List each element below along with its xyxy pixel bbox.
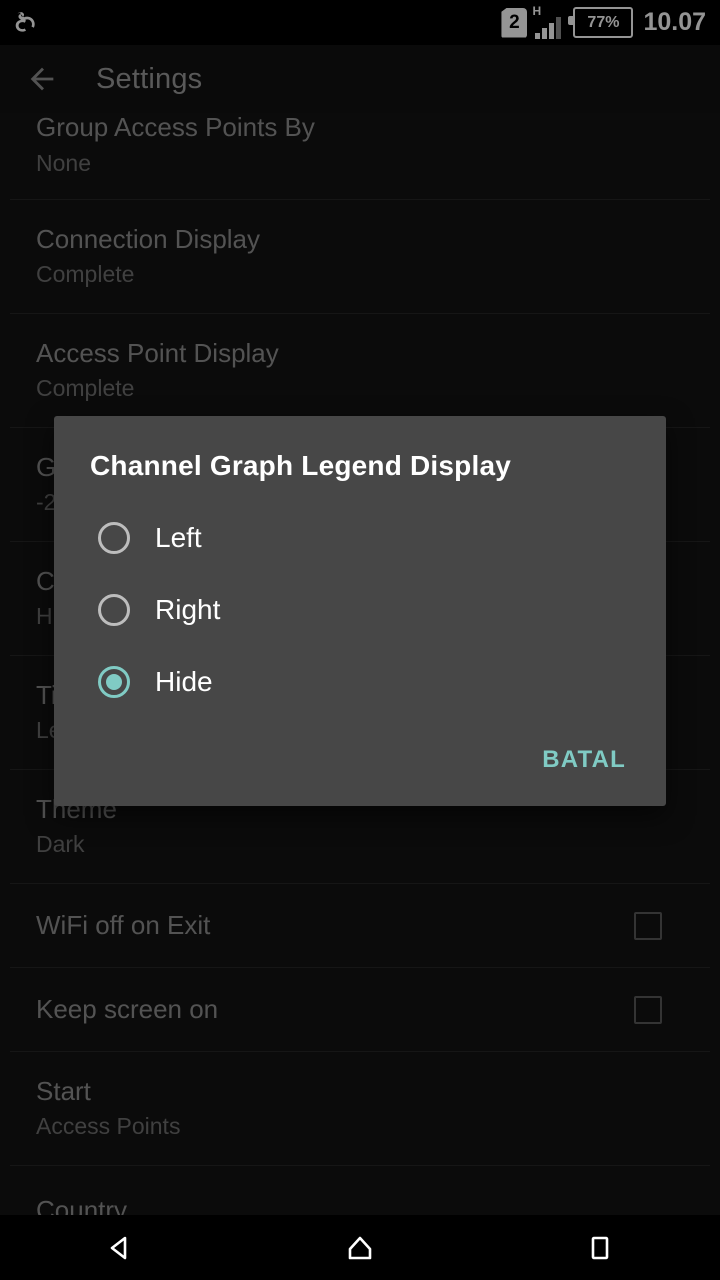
nav-recents-button[interactable] <box>540 1215 660 1280</box>
nav-recents-icon <box>591 1236 609 1259</box>
nav-back-button[interactable] <box>60 1215 180 1280</box>
dialog-option-label: Right <box>155 594 221 625</box>
dialog-option-hide[interactable]: Hide <box>54 646 666 718</box>
dialog-option-right[interactable]: Right <box>54 574 666 646</box>
nav-back-icon <box>110 1236 127 1259</box>
cancel-button[interactable]: BATAL <box>538 738 630 782</box>
android-nav-bar <box>0 1215 720 1280</box>
radio-button-icon[interactable] <box>98 522 130 554</box>
dialog-option-label: Hide <box>155 666 213 697</box>
nav-home-icon <box>348 1236 372 1259</box>
dialog-option-list: Left Right Hide <box>54 488 666 724</box>
dialog-option-label: Left <box>155 522 202 553</box>
dialog-option-left[interactable]: Left <box>54 502 666 574</box>
channel-graph-legend-display-dialog: Channel Graph Legend Display Left Right … <box>54 416 666 806</box>
radio-button-selected-icon[interactable] <box>98 666 130 698</box>
dialog-actions: BATAL <box>54 724 666 792</box>
radio-button-icon[interactable] <box>98 594 130 626</box>
nav-home-button[interactable] <box>300 1215 420 1280</box>
dialog-title: Channel Graph Legend Display <box>90 450 512 481</box>
phone-screen: 2 H 77% 10.07 Settings Group Access Poin… <box>0 0 720 1280</box>
